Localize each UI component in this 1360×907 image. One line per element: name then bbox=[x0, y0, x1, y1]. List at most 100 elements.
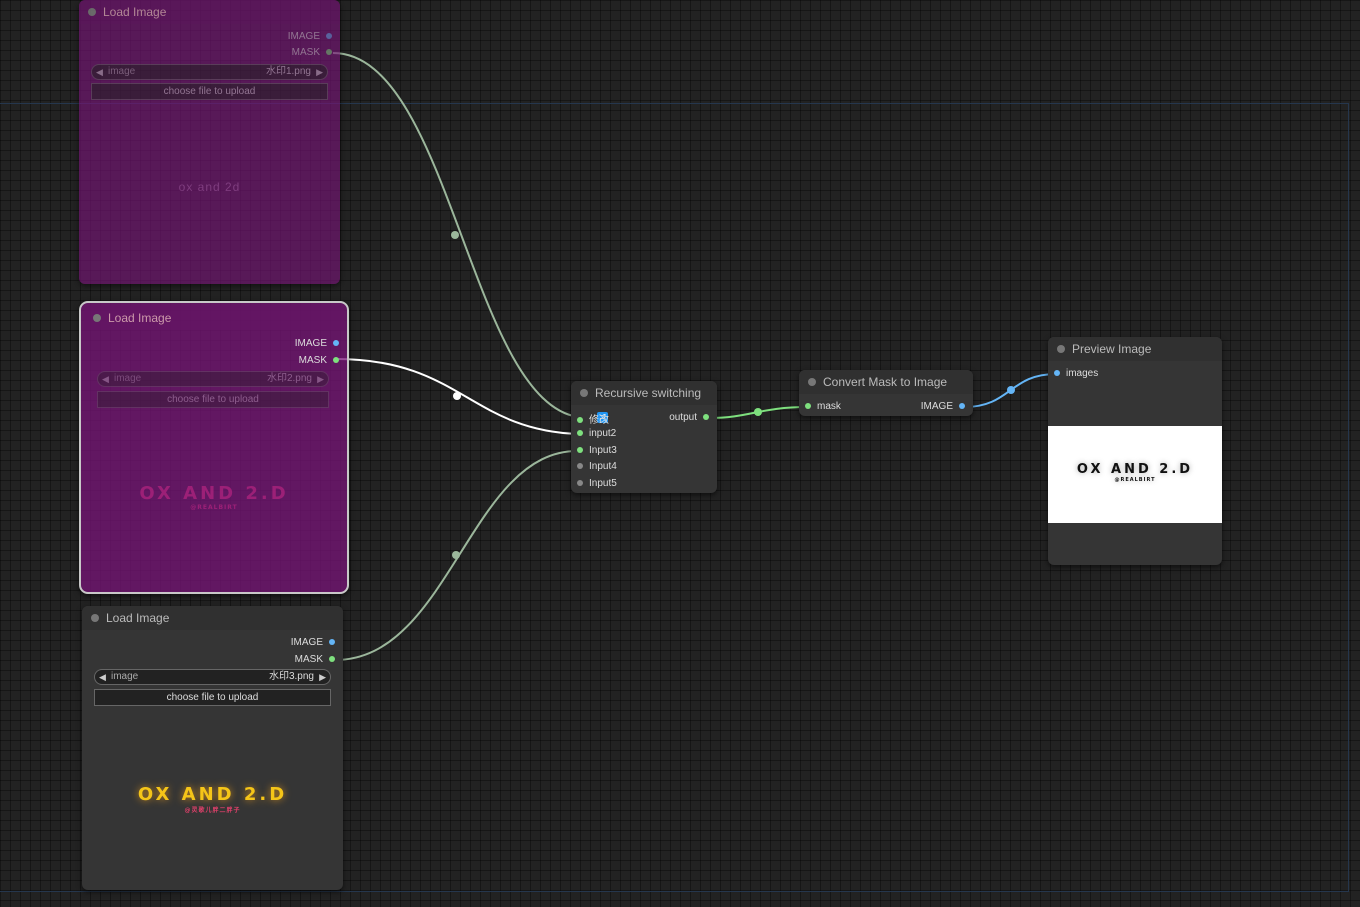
collapse-dot-icon[interactable] bbox=[808, 378, 816, 386]
slot-label: Input5 bbox=[589, 478, 617, 489]
arrow-left-icon[interactable]: ◀ bbox=[99, 670, 106, 684]
slot-label: IMAGE bbox=[294, 338, 327, 349]
logo-subtext: @灵歌儿胖二胖子 bbox=[184, 807, 241, 814]
output-image-slot[interactable]: IMAGE bbox=[291, 637, 335, 648]
arrow-left-icon[interactable]: ◀ bbox=[102, 372, 109, 386]
node-title[interactable]: Load Image bbox=[84, 306, 344, 330]
image-combo-widget[interactable]: ◀ image 水印3.png ▶ bbox=[94, 669, 331, 685]
port-icon[interactable] bbox=[577, 417, 583, 424]
image-preview: OX AND 2.D @REALBIRT bbox=[81, 483, 347, 511]
node-title-label: Load Image bbox=[108, 311, 172, 325]
link-image-preview bbox=[964, 373, 1057, 408]
port-icon[interactable] bbox=[577, 447, 583, 454]
node-title-label: Recursive switching bbox=[595, 386, 702, 400]
input-slot-5[interactable]: Input5 bbox=[577, 478, 617, 489]
upload-button[interactable]: choose file to upload bbox=[97, 391, 329, 408]
link-load3-mask bbox=[334, 449, 579, 661]
slot-label: Input3 bbox=[589, 445, 617, 456]
logo-text: OX AND 2.D bbox=[139, 483, 289, 504]
node-title-label: Convert Mask to Image bbox=[823, 375, 948, 389]
slot-label: input2 bbox=[589, 428, 617, 439]
widget-label: image bbox=[108, 66, 136, 77]
logo-text: OX AND 2.D bbox=[137, 784, 288, 805]
output-mask-slot[interactable]: MASK bbox=[295, 654, 335, 665]
port-icon[interactable] bbox=[805, 403, 811, 410]
port-icon[interactable] bbox=[329, 639, 335, 646]
output-image-slot[interactable]: IMAGE bbox=[295, 338, 339, 349]
port-icon[interactable] bbox=[577, 480, 583, 487]
load-image-node-2[interactable]: Load Image IMAGE MASK ◀ image 水印2.png ▶ … bbox=[79, 301, 349, 594]
link-midpoint bbox=[754, 408, 762, 416]
link-midpoint bbox=[452, 551, 460, 559]
input-slot-3[interactable]: Input3 bbox=[577, 445, 617, 456]
logo-subtext: @REALBIRT bbox=[1114, 477, 1156, 483]
port-icon[interactable] bbox=[333, 357, 339, 364]
widget-label: image bbox=[114, 373, 142, 384]
port-icon[interactable] bbox=[577, 463, 583, 470]
collapse-dot-icon[interactable] bbox=[88, 8, 96, 16]
collapse-dot-icon[interactable] bbox=[91, 614, 99, 622]
image-combo-widget[interactable]: ◀ image 水印1.png ▶ bbox=[91, 64, 328, 80]
port-icon[interactable] bbox=[703, 414, 709, 421]
port-icon[interactable] bbox=[1054, 370, 1060, 377]
collapse-dot-icon[interactable] bbox=[580, 389, 588, 397]
convert-mask-node[interactable]: Convert Mask to Image mask IMAGE bbox=[799, 370, 973, 416]
node-title[interactable]: Load Image bbox=[79, 0, 340, 24]
load-image-node-3[interactable]: Load Image IMAGE MASK ◀ image 水印3.png ▶ … bbox=[82, 606, 343, 890]
preview-image-node[interactable]: Preview Image images OX AND 2.D @REALBIR… bbox=[1048, 337, 1222, 565]
node-title-label: Preview Image bbox=[1072, 342, 1152, 356]
port-icon[interactable] bbox=[959, 403, 965, 410]
output-mask-slot[interactable]: MASK bbox=[292, 47, 332, 58]
node-title-label: Load Image bbox=[103, 5, 167, 19]
slot-label: IMAGE bbox=[290, 637, 323, 648]
load-image-node-1[interactable]: Load Image IMAGE MASK ◀ image 水印1.png ▶ … bbox=[79, 0, 340, 284]
input-slot-4[interactable]: Input4 bbox=[577, 461, 617, 472]
image-combo-widget[interactable]: ◀ image 水印2.png ▶ bbox=[97, 371, 329, 387]
arrow-right-icon[interactable]: ▶ bbox=[317, 372, 324, 386]
image-preview: OX AND 2.D @灵歌儿胖二胖子 bbox=[82, 784, 343, 814]
port-icon[interactable] bbox=[326, 49, 332, 56]
input-mask-slot[interactable]: mask bbox=[805, 401, 841, 412]
widget-value: 水印3.png bbox=[268, 671, 314, 682]
link-midpoint bbox=[1007, 386, 1015, 394]
output-slot[interactable]: output bbox=[669, 412, 709, 423]
link-load2-mask bbox=[335, 358, 579, 435]
upload-button[interactable]: choose file to upload bbox=[94, 689, 331, 706]
preview-output-image: OX AND 2.D @REALBIRT bbox=[1048, 426, 1222, 523]
slot-label: mask bbox=[817, 401, 841, 412]
arrow-right-icon[interactable]: ▶ bbox=[319, 670, 326, 684]
node-title[interactable]: Convert Mask to Image bbox=[799, 370, 973, 394]
output-mask-slot[interactable]: MASK bbox=[299, 355, 339, 366]
output-image-slot[interactable]: IMAGE bbox=[288, 31, 332, 42]
slot-label: images bbox=[1066, 368, 1099, 379]
slot-label: output bbox=[669, 412, 697, 423]
logo-text: OX AND 2.D bbox=[1076, 462, 1194, 477]
link-load1-mask bbox=[332, 52, 579, 418]
node-title[interactable]: Load Image bbox=[82, 606, 343, 630]
output-image-slot[interactable]: IMAGE bbox=[921, 401, 965, 412]
collapse-dot-icon[interactable] bbox=[93, 314, 101, 322]
widget-value: 水印1.png bbox=[265, 66, 311, 77]
port-icon[interactable] bbox=[329, 656, 335, 663]
arrow-right-icon[interactable]: ▶ bbox=[316, 65, 323, 79]
widget-label: image bbox=[111, 671, 139, 682]
input-slot-2[interactable]: input2 bbox=[577, 428, 616, 439]
slot-label: Input4 bbox=[589, 461, 617, 472]
input-slot-1[interactable]: 修改 bbox=[577, 411, 609, 426]
arrow-left-icon[interactable]: ◀ bbox=[96, 65, 103, 79]
node-title[interactable]: Recursive switching ⤮ bbox=[571, 381, 717, 424]
link-midpoint bbox=[451, 231, 459, 239]
upload-button[interactable]: choose file to upload bbox=[91, 83, 328, 100]
port-icon[interactable] bbox=[326, 33, 332, 40]
slot-label: MASK bbox=[294, 654, 323, 665]
logo-subtext: @REALBIRT bbox=[190, 504, 238, 511]
slot-label: MASK bbox=[298, 355, 327, 366]
port-icon[interactable] bbox=[577, 430, 583, 437]
collapse-dot-icon[interactable] bbox=[1057, 345, 1065, 353]
port-icon[interactable] bbox=[333, 340, 339, 347]
node-title-label: Load Image bbox=[106, 611, 170, 625]
input-images-slot[interactable]: images bbox=[1054, 368, 1098, 379]
node-title[interactable]: Preview Image bbox=[1048, 337, 1222, 361]
recursive-switching-node[interactable]: Recursive switching ⤮ 修改 input2 Input3 I… bbox=[571, 381, 717, 493]
link-midpoint bbox=[453, 392, 461, 400]
